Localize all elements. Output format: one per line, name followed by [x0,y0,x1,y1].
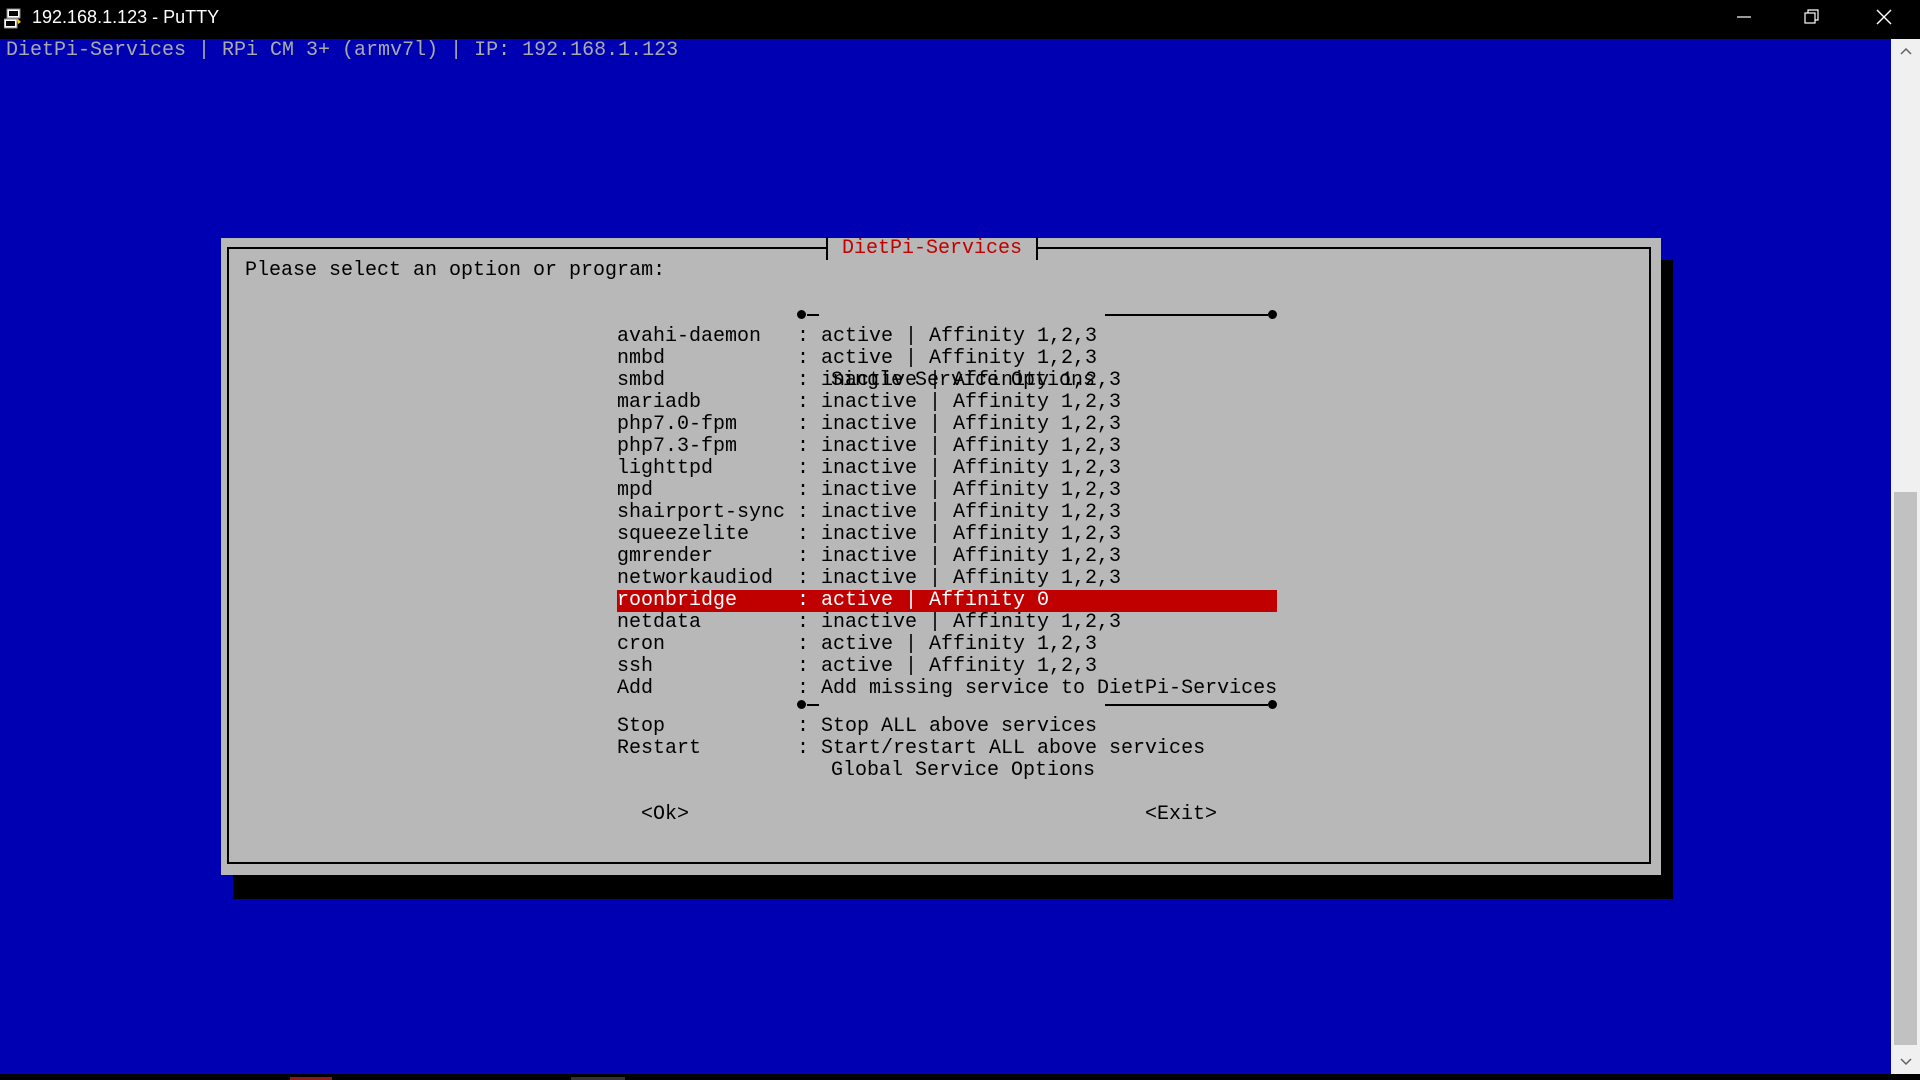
menu-item-name: php7.0-fpm [617,413,738,436]
menu-item-status: : inactive | Affinity 1,2,3 [797,457,1122,480]
menu-item-status: : inactive | Affinity 1,2,3 [797,611,1122,634]
chevron-up-icon [1899,42,1912,60]
minimize-icon [1737,10,1751,29]
menu-item-name: ssh [617,655,654,678]
section-title-global: Global Service Options [831,759,1096,782]
menu-item-name: nmbd [617,347,666,370]
window-title: 192.168.1.123 - PuTTY [32,7,220,27]
menu-item-gmrender[interactable]: gmrender : inactive | Affinity 1,2,3 [617,546,1277,568]
menu-item-status: : inactive | Affinity 1,2,3 [797,369,1122,392]
menu-item-status: : inactive | Affinity 1,2,3 [797,479,1122,502]
menu-item-status: : inactive | Affinity 1,2,3 [797,435,1122,458]
menu-item-stop[interactable]: Stop : Stop ALL above services [617,716,1277,738]
menu-item-status: : inactive | Affinity 1,2,3 [797,501,1122,524]
ok-button[interactable]: <Ok> [641,804,689,826]
menu-item-status: : active | Affinity 1,2,3 [797,655,1098,678]
menu-item-mpd[interactable]: mpd : inactive | Affinity 1,2,3 [617,480,1277,502]
menu-item-networkaudiod[interactable]: networkaudiod : inactive | Affinity 1,2,3 [617,568,1277,590]
menu-item-name: smbd [617,369,666,392]
menu-item-name: networkaudiod [617,567,774,590]
menu-item-cron[interactable]: cron : active | Affinity 1,2,3 [617,634,1277,656]
menu-item-avahi-daemon[interactable]: avahi-daemon : active | Affinity 1,2,3 [617,326,1277,348]
menu-item-mariadb[interactable]: mariadb : inactive | Affinity 1,2,3 [617,392,1277,414]
menu-item-name: gmrender [617,545,714,568]
exit-button[interactable]: <Exit> [1145,804,1217,826]
menu-item-shairport-sync[interactable]: shairport-sync : inactive | Affinity 1,2,… [617,502,1277,524]
separator-dot-icon [1268,310,1277,319]
section-header-global: Global Service Options [797,694,1277,782]
separator-line [1105,704,1268,706]
window-bottom-edge [0,1074,1920,1080]
scroll-down-button[interactable] [1891,1050,1920,1074]
separator-dot-icon [797,310,806,319]
section-header-single: Single Service Options [797,304,1277,392]
menu-item-name: netdata [617,611,702,634]
scrollbar-thumb[interactable] [1894,492,1917,1045]
menu-item-name: mpd [617,479,654,502]
scroll-up-button[interactable] [1891,39,1920,63]
menu-item-name: squeezelite [617,523,750,546]
menu-item-smbd[interactable]: smbd : inactive | Affinity 1,2,3 [617,370,1277,392]
menu-item-status: : Stop ALL above services [797,715,1098,738]
close-button[interactable] [1850,0,1918,39]
window-titlebar: 192.168.1.123 - PuTTY [0,0,1920,39]
menu-item-name: roonbridge [617,589,738,612]
vertical-scrollbar[interactable] [1891,39,1920,1074]
menu-item-name: mariadb [617,391,702,414]
menu-item-roonbridge[interactable]: roonbridge : active | Affinity 0 [617,590,1277,612]
separator-line [807,314,819,316]
menu-item-status: : inactive | Affinity 1,2,3 [797,391,1122,414]
terminal-header: DietPi-Services | RPi CM 3+ (armv7l) | I… [6,39,679,62]
separator-line [807,704,819,706]
menu-item-status: : inactive | Affinity 1,2,3 [797,545,1122,568]
menu-item-status: : active | Affinity 1,2,3 [797,325,1098,348]
menu-item-name: cron [617,633,666,656]
menu-item-status: : inactive | Affinity 1,2,3 [797,523,1122,546]
menu-item-name: php7.3-fpm [617,435,738,458]
menu-item-nmbd[interactable]: nmbd : active | Affinity 1,2,3 [617,348,1277,370]
menu-item-name: Stop [617,715,666,738]
menu-item-status: : inactive | Affinity 1,2,3 [797,567,1122,590]
menu-item-php7-3-fpm[interactable]: php7.3-fpm : inactive | Affinity 1,2,3 [617,436,1277,458]
separator-dot-icon [1268,700,1277,709]
menu-item-name: Restart [617,737,702,760]
restore-button[interactable] [1778,0,1846,39]
dialog-prompt: Please select an option or program: [245,259,666,282]
menu-item-name: shairport-sync [617,501,786,524]
menu-item-restart[interactable]: Restart : Start/restart ALL above service… [617,738,1277,760]
close-icon [1876,9,1892,30]
menu-item-name: lighttpd [617,457,714,480]
menu-item-name: avahi-daemon [617,325,762,348]
separator-line [1105,314,1268,316]
separator-dot-icon [797,700,806,709]
terminal-screen[interactable]: DietPi-Services | RPi CM 3+ (armv7l) | I… [0,39,1891,1074]
minimize-button[interactable] [1710,0,1778,39]
restore-icon [1804,9,1820,30]
menu-item-status: : Start/restart ALL above services [797,737,1206,760]
menu-item-netdata[interactable]: netdata : inactive | Affinity 1,2,3 [617,612,1277,634]
menu-item-lighttpd[interactable]: lighttpd : inactive | Affinity 1,2,3 [617,458,1277,480]
dialog-title: DietPi-Services [826,238,1039,260]
menu-item-status: : active | Affinity 1,2,3 [797,347,1098,370]
menu-item-status: : active | Affinity 0 [797,589,1050,612]
menu-item-status: : active | Affinity 1,2,3 [797,633,1098,656]
menu-item-name: Add [617,677,654,700]
putty-app-icon[interactable] [3,8,24,30]
menu-item-php7-0-fpm[interactable]: php7.0-fpm : inactive | Affinity 1,2,3 [617,414,1277,436]
menu-item-squeezelite[interactable]: squeezelite : inactive | Affinity 1,2,3 [617,524,1277,546]
menu-item-status: : inactive | Affinity 1,2,3 [797,413,1122,436]
chevron-down-icon [1899,1053,1912,1071]
menu-item-ssh[interactable]: ssh : active | Affinity 1,2,3 [617,656,1277,678]
services-dialog: DietPi-Services Please select an option … [221,238,1661,875]
